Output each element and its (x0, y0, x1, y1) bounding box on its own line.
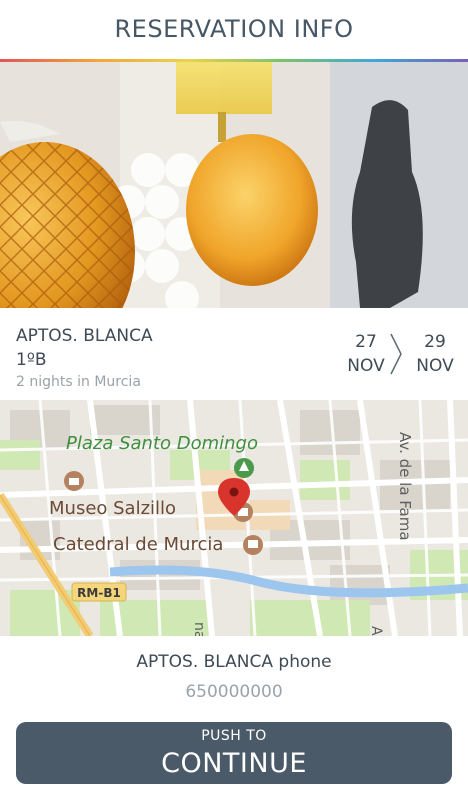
cathedral-icon (243, 535, 263, 555)
continue-button-label: CONTINUE (161, 748, 307, 779)
check-out-month: NOV (416, 356, 454, 376)
map-label-partial-left: na (191, 622, 207, 636)
lamp-photo-illustration (0, 62, 468, 308)
check-out-day: 29 (424, 332, 446, 352)
check-in-date: 27 NOV (344, 330, 388, 378)
location-map[interactable]: RM-B1 Plaza Santo Domingo Museo Salzillo… (0, 400, 468, 636)
header: RESERVATION INFO (0, 0, 468, 60)
chevron-right-icon (390, 333, 402, 375)
map-canvas[interactable]: RM-B1 Plaza Santo Domingo Museo Salzillo… (0, 400, 468, 636)
contact-phone-label: APTOS. BLANCA phone (136, 652, 332, 672)
continue-button-caption: PUSH TO (201, 728, 267, 744)
map-label-avenida: Av. de la Fama (396, 432, 414, 541)
map-label-partial-right: A (368, 626, 384, 636)
nights-summary: 2 nights in Murcia (16, 374, 141, 390)
hero-photo (0, 62, 468, 308)
reservation-summary: APTOS. BLANCA 1ºB 2 nights in Murcia 27 … (0, 308, 468, 400)
map-label-plaza: Plaza Santo Domingo (66, 433, 258, 454)
road-shield-label: RM-B1 (77, 586, 121, 600)
continue-button[interactable]: PUSH TO CONTINUE (16, 722, 452, 784)
museum-icon (64, 471, 84, 491)
check-out-date: 29 NOV (413, 330, 457, 378)
apartment-unit: 1ºB (16, 350, 47, 370)
contact-phone-number[interactable]: 650000000 (0, 682, 468, 702)
map-label-catedral: Catedral de Murcia (53, 534, 223, 555)
apartment-name: APTOS. BLANCA (16, 326, 153, 346)
check-in-day: 27 (355, 332, 377, 352)
check-in-month: NOV (347, 356, 385, 376)
map-label-museo: Museo Salzillo (49, 498, 176, 519)
page-title: RESERVATION INFO (114, 15, 354, 43)
park-icon (234, 458, 254, 478)
